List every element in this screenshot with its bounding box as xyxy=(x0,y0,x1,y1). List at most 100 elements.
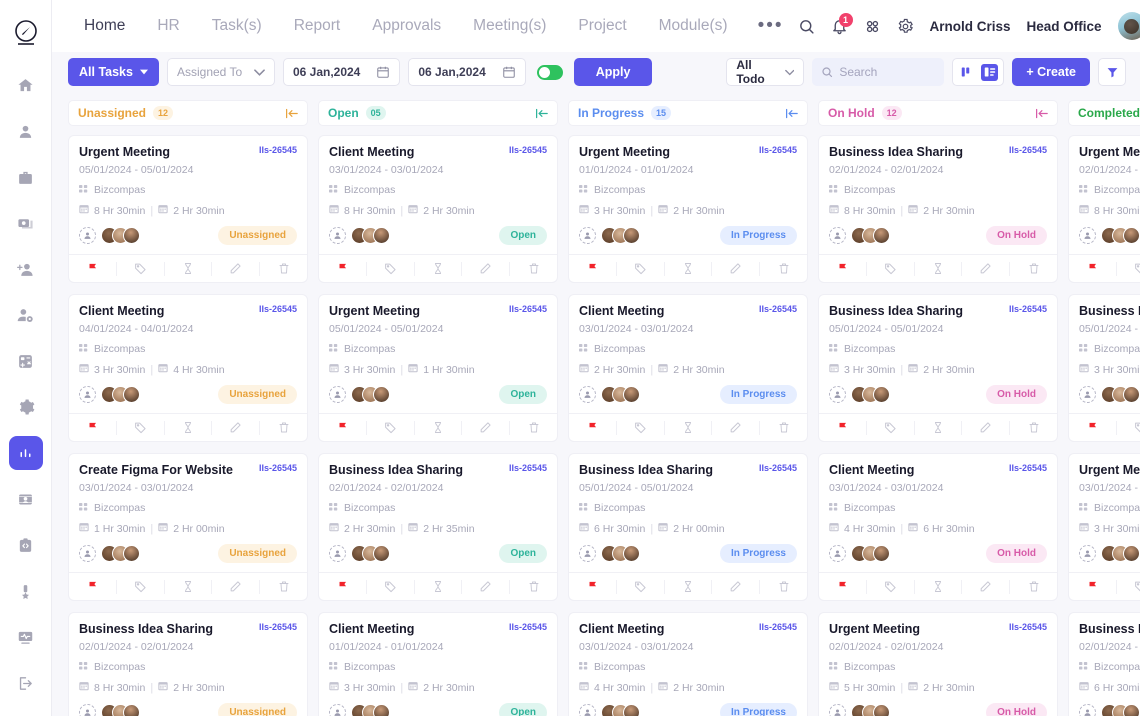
assign-user-icon[interactable] xyxy=(329,386,346,403)
tag-icon[interactable] xyxy=(116,580,164,594)
pencil-icon[interactable] xyxy=(711,262,759,276)
avatar[interactable] xyxy=(1118,12,1140,40)
trash-icon[interactable] xyxy=(509,580,557,594)
pencil-icon[interactable] xyxy=(961,580,1009,594)
nav-link-home[interactable]: Home xyxy=(68,17,141,35)
pencil-icon[interactable] xyxy=(961,262,1009,276)
collapse-column-icon[interactable] xyxy=(785,108,798,119)
nav-link-project[interactable]: Project xyxy=(562,17,642,35)
assign-user-icon[interactable] xyxy=(829,704,846,716)
flag-icon[interactable] xyxy=(1069,262,1116,276)
hourglass-icon[interactable] xyxy=(164,580,212,594)
assignee-avatars[interactable] xyxy=(351,545,390,562)
filter-funnel-icon[interactable] xyxy=(1098,58,1126,86)
hourglass-icon[interactable] xyxy=(164,262,212,276)
tag-icon[interactable] xyxy=(1116,421,1140,435)
sidebar-item-home[interactable] xyxy=(9,68,43,102)
pencil-icon[interactable] xyxy=(711,580,759,594)
trash-icon[interactable] xyxy=(759,421,807,435)
sidebar-item-settings[interactable] xyxy=(9,390,43,424)
hourglass-icon[interactable] xyxy=(664,580,712,594)
assignee-avatars[interactable] xyxy=(101,704,140,716)
assign-user-icon[interactable] xyxy=(1079,545,1096,562)
trash-icon[interactable] xyxy=(259,262,307,276)
task-card[interactable]: Urgent MeetingIIs-2654503/01/2024 - 03/0… xyxy=(1068,453,1140,601)
compass-logo-icon[interactable] xyxy=(9,16,43,50)
sidebar-item-jobs[interactable] xyxy=(9,160,43,194)
trash-icon[interactable] xyxy=(1009,421,1057,435)
task-card[interactable]: Business Idea SharingIIs-2654502/01/2024… xyxy=(68,612,308,716)
flag-icon[interactable] xyxy=(819,262,866,276)
flag-icon[interactable] xyxy=(569,262,616,276)
task-card[interactable]: Business Idea SharingIIs-2654505/01/2024… xyxy=(1068,294,1140,442)
hourglass-icon[interactable] xyxy=(414,580,462,594)
tag-icon[interactable] xyxy=(116,421,164,435)
tag-icon[interactable] xyxy=(1116,262,1140,276)
task-card[interactable]: Business Idea SharingIIs-2654505/01/2024… xyxy=(818,294,1058,442)
assign-user-icon[interactable] xyxy=(79,545,96,562)
all-tasks-dropdown[interactable]: All Tasks xyxy=(68,58,159,86)
tag-icon[interactable] xyxy=(116,262,164,276)
tag-icon[interactable] xyxy=(616,421,664,435)
pencil-icon[interactable] xyxy=(211,421,259,435)
tag-icon[interactable] xyxy=(366,580,414,594)
tag-icon[interactable] xyxy=(866,580,914,594)
flag-icon[interactable] xyxy=(819,421,866,435)
assign-user-icon[interactable] xyxy=(829,545,846,562)
pencil-icon[interactable] xyxy=(461,262,509,276)
flag-icon[interactable] xyxy=(319,421,366,435)
task-card[interactable]: Client MeetingIIs-2654503/01/2024 - 03/0… xyxy=(568,294,808,442)
task-card[interactable]: Client MeetingIIs-2654503/01/2024 - 03/0… xyxy=(318,135,558,283)
trash-icon[interactable] xyxy=(759,262,807,276)
sidebar-item-id-card[interactable] xyxy=(9,482,43,516)
assign-user-icon[interactable] xyxy=(1079,386,1096,403)
settings-gear-icon[interactable] xyxy=(897,18,914,35)
assign-user-icon[interactable] xyxy=(579,227,596,244)
sidebar-item-employees[interactable] xyxy=(9,114,43,148)
tag-icon[interactable] xyxy=(366,421,414,435)
hourglass-icon[interactable] xyxy=(414,262,462,276)
hourglass-icon[interactable] xyxy=(164,421,212,435)
task-card[interactable]: Business Idea SharingIIs-2654502/01/2024… xyxy=(1068,612,1140,716)
trash-icon[interactable] xyxy=(509,262,557,276)
assignee-avatars[interactable] xyxy=(601,704,640,716)
filter-toggle-switch[interactable] xyxy=(537,65,563,80)
trash-icon[interactable] xyxy=(259,421,307,435)
task-card[interactable]: Urgent MeetingIIs-2654501/01/2024 - 01/0… xyxy=(568,135,808,283)
task-card[interactable]: Business Idea SharingIIs-2654502/01/2024… xyxy=(318,453,558,601)
hourglass-icon[interactable] xyxy=(664,262,712,276)
task-card[interactable]: Business Idea SharingIIs-2654502/01/2024… xyxy=(818,135,1058,283)
assignee-avatars[interactable] xyxy=(351,704,390,716)
tag-icon[interactable] xyxy=(616,262,664,276)
assign-user-icon[interactable] xyxy=(829,227,846,244)
trash-icon[interactable] xyxy=(259,580,307,594)
trash-icon[interactable] xyxy=(1009,262,1057,276)
sidebar-item-accounts[interactable] xyxy=(9,344,43,378)
trash-icon[interactable] xyxy=(759,580,807,594)
flag-icon[interactable] xyxy=(319,580,366,594)
flag-icon[interactable] xyxy=(69,580,116,594)
assign-user-icon[interactable] xyxy=(329,545,346,562)
assignee-avatars[interactable] xyxy=(351,386,390,403)
assign-user-icon[interactable] xyxy=(79,227,96,244)
collapse-column-icon[interactable] xyxy=(285,108,298,119)
assign-user-icon[interactable] xyxy=(579,704,596,716)
task-card[interactable]: Client MeetingIIs-2654501/01/2024 - 01/0… xyxy=(318,612,558,716)
search-icon[interactable] xyxy=(798,18,815,35)
assignee-avatars[interactable] xyxy=(351,227,390,244)
hourglass-icon[interactable] xyxy=(664,421,712,435)
sidebar-item-logout[interactable] xyxy=(9,666,43,700)
assignee-avatars[interactable] xyxy=(851,704,890,716)
tag-icon[interactable] xyxy=(866,421,914,435)
search-input[interactable]: Search xyxy=(812,58,944,86)
flag-icon[interactable] xyxy=(319,262,366,276)
task-card[interactable]: Urgent MeetingIIs-2654505/01/2024 - 05/0… xyxy=(318,294,558,442)
hourglass-icon[interactable] xyxy=(914,262,962,276)
assignee-avatars[interactable] xyxy=(851,227,890,244)
task-card[interactable]: Urgent MeetingIIs-2654502/01/2024 - 02/0… xyxy=(818,612,1058,716)
collapse-column-icon[interactable] xyxy=(535,108,548,119)
task-card[interactable]: Create Figma For WebsiteIIs-2654503/01/2… xyxy=(68,453,308,601)
nav-link-approvals[interactable]: Approvals xyxy=(356,17,457,35)
assigned-to-select[interactable]: Assigned To xyxy=(167,58,275,86)
sidebar-item-payroll[interactable] xyxy=(9,206,43,240)
